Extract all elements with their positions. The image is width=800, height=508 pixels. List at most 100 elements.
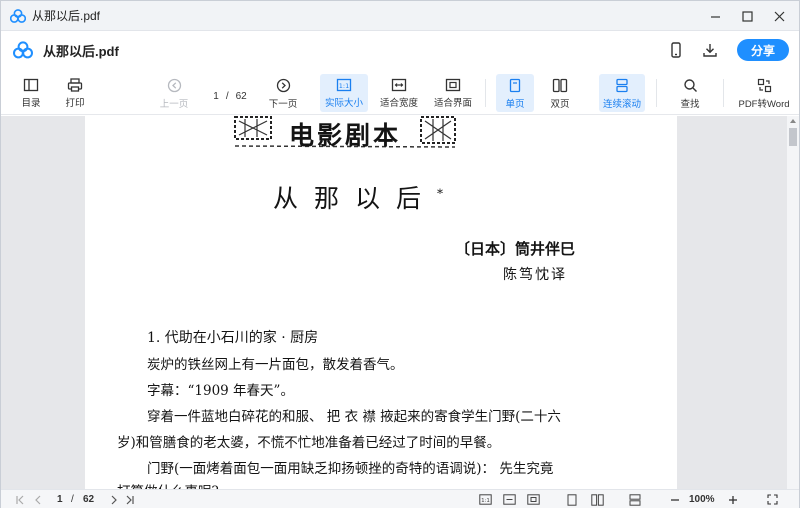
next-icon <box>111 495 117 504</box>
continuous-scroll-icon <box>616 78 628 93</box>
fit-width-label: 适合宽度 <box>379 98 418 109</box>
status-fit-width-button[interactable] <box>501 492 517 507</box>
prev-page-icon <box>167 78 181 93</box>
find-button[interactable]: 查找 <box>673 74 707 112</box>
next-page-button[interactable]: 下一页 <box>263 74 303 112</box>
close-button[interactable] <box>763 1 795 31</box>
last-page-button[interactable] <box>123 492 137 507</box>
pdf-to-word-icon <box>757 78 771 93</box>
pdf-page: 电影剧本 从那以后* 〔日本〕筒井伴巳 陈笃忱译 1. 代助在小石川的家 · 厨… <box>85 116 677 489</box>
prev-page-label: 上一页 <box>159 99 189 110</box>
toolbar-divider <box>485 79 486 107</box>
pdf-to-word-button[interactable]: PDF转Word <box>737 74 791 112</box>
fit-page-button[interactable]: 适合界面 <box>431 74 475 112</box>
actual-size-button[interactable]: 1:1 实际大小 <box>320 74 368 112</box>
vertical-scrollbar[interactable] <box>787 116 799 489</box>
prev-page-button[interactable]: 上一页 <box>153 74 195 112</box>
phone-icon <box>671 42 681 58</box>
main-title-text: 从那以后 <box>273 184 438 213</box>
fit-width-button[interactable]: 适合宽度 <box>377 74 421 112</box>
toc-label: 目录 <box>21 98 41 109</box>
close-icon <box>774 11 784 21</box>
page-separator: / <box>225 90 229 102</box>
window-controls <box>699 1 795 31</box>
fullscreen-icon <box>766 494 778 505</box>
single-page-button[interactable]: 单页 <box>496 74 534 112</box>
status-actual-size-button[interactable]: 1:1 <box>477 492 493 507</box>
paragraph: 打算做什么事呢? <box>117 480 219 489</box>
window-title: 从那以后.pdf <box>32 9 101 23</box>
scroll-up-arrow[interactable] <box>790 119 796 123</box>
next-page-icon <box>276 78 290 93</box>
status-continuous-button[interactable] <box>627 492 643 507</box>
double-page-icon <box>590 493 604 506</box>
actual-size-icon: 1:1 <box>336 78 352 92</box>
continuous-scroll-button[interactable]: 连续滚动 <box>599 74 645 112</box>
document-translator: 陈笃忱译 <box>503 267 567 283</box>
double-page-button[interactable]: 双页 <box>542 74 578 112</box>
actual-size-label: 实际大小 <box>324 98 363 109</box>
fit-page-icon <box>526 494 540 505</box>
maximize-icon <box>741 10 753 22</box>
status-page-separator: / <box>71 494 74 505</box>
single-page-icon <box>509 78 521 93</box>
title-bar: 从那以后.pdf <box>1 1 799 31</box>
continuous-scroll-label: 连续滚动 <box>602 99 641 110</box>
status-double-page-button[interactable] <box>589 492 605 507</box>
scene-heading: 1. 代助在小石川的家 · 厨房 <box>147 330 319 346</box>
single-page-icon <box>567 493 577 506</box>
toolbar: 目录 打印 上一页 1 / 62 下一页 1:1 实际大小 适合宽度 适合界面 … <box>1 69 799 115</box>
status-total-pages: 62 <box>83 494 95 505</box>
document-title: 从那以后.pdf <box>43 43 119 59</box>
print-icon <box>67 78 83 92</box>
zoom-level[interactable]: 100% <box>689 494 715 505</box>
title-footnote-mark: * <box>437 186 444 201</box>
first-page-button[interactable] <box>13 492 27 507</box>
mobile-view-button[interactable] <box>659 35 693 65</box>
banner-title: 电影剧本 <box>289 121 402 150</box>
prev-icon <box>35 495 41 504</box>
fullscreen-button[interactable] <box>765 492 779 507</box>
scrollbar-thumb[interactable] <box>789 128 797 146</box>
paragraph: 炭炉的铁丝网上有一片面包，散发着香气。 <box>147 357 404 373</box>
status-single-page-button[interactable] <box>565 492 579 507</box>
double-page-label: 双页 <box>550 99 570 110</box>
document-main-title: 从那以后* <box>273 179 443 215</box>
toc-button[interactable]: 目录 <box>15 74 47 112</box>
current-page-input[interactable]: 1 <box>213 91 219 102</box>
prev-button[interactable] <box>31 492 45 507</box>
maximize-button[interactable] <box>731 1 763 31</box>
zoom-out-button[interactable] <box>668 492 682 507</box>
print-label: 打印 <box>65 98 85 109</box>
status-current-page[interactable]: 1 <box>57 494 63 505</box>
minimize-icon <box>710 15 720 18</box>
double-page-icon <box>552 78 568 93</box>
download-button[interactable] <box>693 35 727 65</box>
page-indicator: 1 / 62 <box>201 87 259 105</box>
document-viewport[interactable]: 电影剧本 从那以后* 〔日本〕筒井伴巳 陈笃忱译 1. 代助在小石川的家 · 厨… <box>1 116 787 489</box>
first-page-icon <box>16 495 24 504</box>
fit-width-icon <box>502 494 516 505</box>
toolbar-divider <box>723 79 724 107</box>
svg-text:1:1: 1:1 <box>481 498 490 504</box>
header-actions: 分享 <box>659 31 789 69</box>
download-icon <box>703 44 717 57</box>
share-button[interactable]: 分享 <box>737 39 789 61</box>
minimize-button[interactable] <box>699 1 731 31</box>
app-logo-icon <box>13 41 33 59</box>
toc-icon <box>23 78 39 92</box>
status-fit-page-button[interactable] <box>525 492 541 507</box>
zoom-out-icon <box>671 498 679 501</box>
document-author: 〔日本〕筒井伴巳 <box>455 240 576 258</box>
print-button[interactable]: 打印 <box>59 74 91 112</box>
zoom-in-icon <box>729 495 737 504</box>
app-logo-icon <box>10 8 26 23</box>
fit-width-icon <box>391 78 407 92</box>
zoom-in-button[interactable] <box>726 492 740 507</box>
next-button[interactable] <box>107 492 121 507</box>
paragraph: 字幕：“1909 年春天”。 <box>147 383 294 399</box>
paragraph: 岁)和管膳食的老太婆，不慌不忙地准备着已经过了时间的早餐。 <box>117 435 501 451</box>
next-page-label: 下一页 <box>268 99 298 110</box>
actual-size-icon: 1:1 <box>478 494 492 505</box>
paragraph: 门野(一面烤着面包一面用缺乏抑扬顿挫的奇特的语调说)： 先生究竟 <box>147 461 554 477</box>
